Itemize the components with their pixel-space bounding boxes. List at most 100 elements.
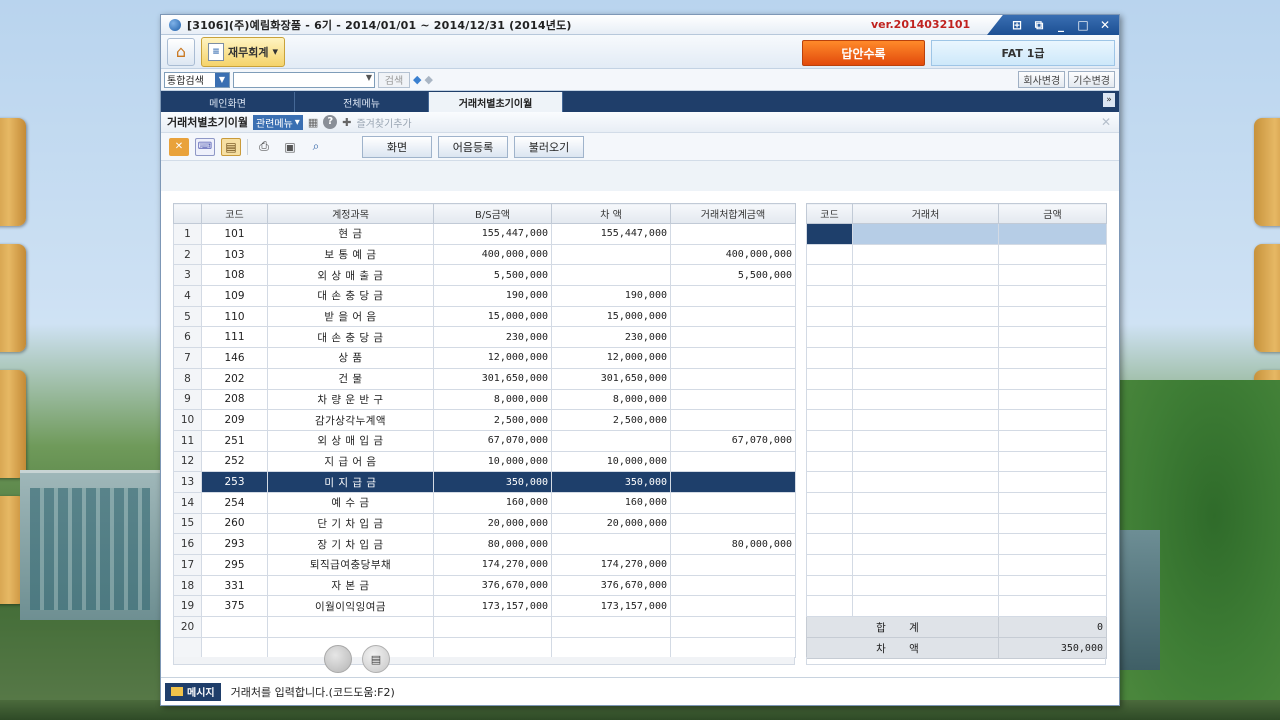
vendor-total-cell[interactable]: 5,500,000 xyxy=(670,264,796,287)
delete-icon[interactable]: ▤ xyxy=(221,137,241,156)
vendor-total-cell[interactable] xyxy=(670,574,796,597)
vendor-amount-cell[interactable] xyxy=(998,285,1107,307)
vendor-name-cell[interactable] xyxy=(852,491,999,514)
vendor-row[interactable] xyxy=(806,512,1107,535)
vendor-row[interactable] xyxy=(806,595,1107,618)
vendor-amount-cell[interactable] xyxy=(998,554,1107,576)
related-menu-dropdown[interactable]: 관련메뉴 ▾ xyxy=(252,114,303,130)
col-header-difference[interactable]: 차 액 xyxy=(551,203,671,224)
load-button[interactable]: 불러오기 xyxy=(514,135,584,158)
account-name-cell[interactable]: 지 급 어 음 xyxy=(267,450,434,473)
account-name-cell[interactable]: 현 금 xyxy=(267,223,434,245)
print-icon[interactable]: ⎙ xyxy=(254,138,274,156)
table-row[interactable]: 7 146 상 품 12,000,000 12,000,000 xyxy=(173,347,796,369)
vendor-total-cell[interactable] xyxy=(670,409,796,431)
account-name-cell[interactable]: 차 량 운 반 구 xyxy=(267,388,434,411)
vendor-amount-cell[interactable] xyxy=(998,223,1107,245)
vendor-total-cell[interactable] xyxy=(670,223,796,245)
vendor-total-cell[interactable] xyxy=(670,595,796,618)
vendor-amount-cell[interactable] xyxy=(998,326,1107,349)
vendor-name-cell[interactable] xyxy=(852,347,999,369)
account-name-cell[interactable]: 건 물 xyxy=(267,367,434,390)
vendor-row[interactable] xyxy=(806,223,1107,245)
account-code-cell[interactable] xyxy=(201,636,268,659)
vendor-name-cell[interactable] xyxy=(852,574,999,597)
vendor-total-cell[interactable] xyxy=(670,388,796,411)
vendor-amount-cell[interactable] xyxy=(998,491,1107,514)
vendor-name-cell[interactable] xyxy=(852,243,999,266)
period-change-button[interactable]: 기수변경 xyxy=(1068,71,1115,88)
table-row[interactable]: 2 103 보 통 예 금 400,000,000 400,000,000 xyxy=(173,243,796,266)
module-selector[interactable]: ≡ 재무회계 ▾ xyxy=(201,36,286,67)
bs-amount-cell[interactable]: 155,447,000 xyxy=(433,223,552,245)
table-row[interactable]: 17 295 퇴직급여충당부채 174,270,000 174,270,000 xyxy=(173,554,796,576)
bs-amount-cell[interactable]: 20,000,000 xyxy=(433,512,552,535)
col-header-bs-amount[interactable]: B/S금액 xyxy=(433,203,552,224)
vendor-total-cell[interactable] xyxy=(670,367,796,390)
tab-all-menu[interactable]: 전체메뉴 xyxy=(295,92,429,112)
account-name-cell[interactable]: 감가상각누계액 xyxy=(267,409,434,431)
vendor-total-cell[interactable] xyxy=(670,554,796,576)
vendor-name-cell[interactable] xyxy=(852,223,999,245)
account-code-cell[interactable]: 103 xyxy=(201,243,268,266)
account-code-cell[interactable]: 375 xyxy=(201,595,268,618)
difference-cell[interactable]: 8,000,000 xyxy=(551,388,671,411)
difference-cell[interactable] xyxy=(551,243,671,266)
difference-cell[interactable]: 174,270,000 xyxy=(551,554,671,576)
screen-button[interactable]: 화면 xyxy=(362,135,432,158)
vendor-name-cell[interactable] xyxy=(852,285,999,307)
account-code-cell[interactable]: 208 xyxy=(201,388,268,411)
vendor-name-cell[interactable] xyxy=(852,554,999,576)
vendor-name-cell[interactable] xyxy=(852,533,999,555)
vendor-total-cell[interactable] xyxy=(670,616,796,638)
vendor-total-cell[interactable] xyxy=(670,450,796,473)
account-code-cell[interactable] xyxy=(201,616,268,638)
account-code-cell[interactable]: 202 xyxy=(201,367,268,390)
vendor-amount-cell[interactable] xyxy=(998,595,1107,618)
account-name-cell[interactable]: 이월이익잉여금 xyxy=(267,595,434,618)
vendor-total-cell[interactable] xyxy=(670,512,796,535)
vendor-name-cell[interactable] xyxy=(852,409,999,431)
vendor-total-cell[interactable] xyxy=(670,636,796,659)
account-name-cell[interactable]: 단 기 차 입 금 xyxy=(267,512,434,535)
bs-amount-cell[interactable]: 301,650,000 xyxy=(433,367,552,390)
vendor-total-cell[interactable]: 80,000,000 xyxy=(670,533,796,555)
vendor-code-cell[interactable] xyxy=(806,285,853,307)
difference-cell[interactable] xyxy=(551,533,671,555)
bs-amount-cell[interactable]: 2,500,000 xyxy=(433,409,552,431)
vendor-code-cell[interactable] xyxy=(806,450,853,473)
bs-amount-cell[interactable]: 376,670,000 xyxy=(433,574,552,597)
minimize-button[interactable]: _ xyxy=(1055,18,1067,32)
table-row[interactable]: 18 331 자 본 금 376,670,000 376,670,000 xyxy=(173,574,796,597)
table-row[interactable]: 15 260 단 기 차 입 금 20,000,000 20,000,000 xyxy=(173,512,796,535)
col-header-vendor-code[interactable]: 코드 xyxy=(806,203,853,224)
table-row[interactable]: 8 202 건 물 301,650,000 301,650,000 xyxy=(173,367,796,390)
vendor-row[interactable] xyxy=(806,367,1107,390)
account-name-cell[interactable]: 자 본 금 xyxy=(267,574,434,597)
nav-back-icon[interactable]: ◆ xyxy=(413,73,421,86)
account-code-cell[interactable]: 254 xyxy=(201,491,268,514)
difference-cell[interactable]: 350,000 xyxy=(551,471,671,493)
circle-toggle-button[interactable] xyxy=(324,645,352,673)
difference-cell[interactable]: 230,000 xyxy=(551,326,671,349)
view-icon[interactable]: ▣ xyxy=(280,138,300,156)
table-row[interactable]: 19 375 이월이익잉여금 173,157,000 173,157,000 xyxy=(173,595,796,618)
vendor-name-cell[interactable] xyxy=(852,388,999,411)
vendor-total-cell[interactable]: 400,000,000 xyxy=(670,243,796,266)
account-name-cell[interactable]: 장 기 차 입 금 xyxy=(267,533,434,555)
vendor-code-cell[interactable] xyxy=(806,409,853,431)
tab-vendor-initial-balance[interactable]: 거래처별초기이월 xyxy=(429,92,563,112)
title-bar[interactable]: [3106](주)예림화장품 - 6기 - 2014/01/01 ~ 2014/… xyxy=(161,15,1119,35)
vendor-code-cell[interactable] xyxy=(806,305,853,328)
search-type-select[interactable]: 통합검색 ▼ xyxy=(164,71,230,88)
vendor-amount-cell[interactable] xyxy=(998,450,1107,473)
col-header-amount[interactable]: 금액 xyxy=(998,203,1107,224)
bs-amount-cell[interactable]: 15,000,000 xyxy=(433,305,552,328)
account-code-cell[interactable]: 253 xyxy=(201,471,268,493)
vendor-row[interactable] xyxy=(806,533,1107,555)
difference-cell[interactable]: 301,650,000 xyxy=(551,367,671,390)
account-code-cell[interactable]: 295 xyxy=(201,554,268,576)
account-code-cell[interactable]: 109 xyxy=(201,285,268,307)
table-row[interactable]: 6 111 대 손 충 당 금 230,000 230,000 xyxy=(173,326,796,349)
vendor-row[interactable] xyxy=(806,243,1107,266)
